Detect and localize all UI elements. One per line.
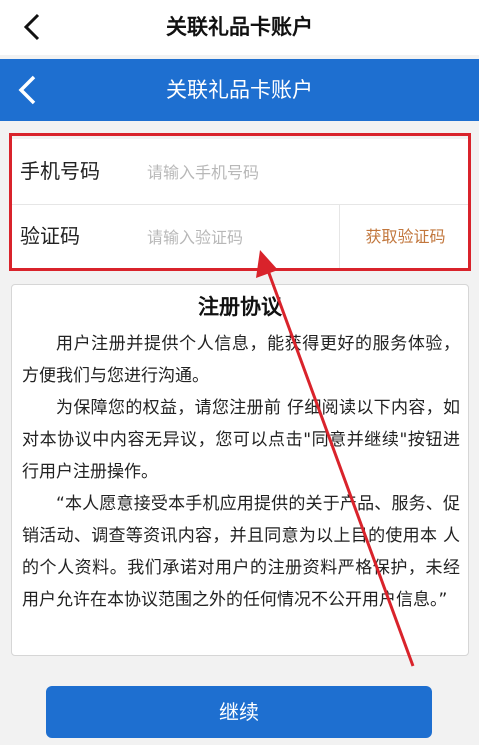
continue-button[interactable]: 继续	[46, 686, 432, 738]
code-label: 验证码	[20, 224, 80, 248]
page-title: 关联礼品卡账户	[166, 15, 313, 39]
get-code-button[interactable]: 获取验证码	[340, 204, 471, 269]
phone-input[interactable]	[147, 155, 447, 189]
phone-row: 手机号码	[9, 139, 471, 204]
agreement-paragraph: 为保障您的权益，请您注册前 仔细阅读以下内容，如对本协议中内容无异议，您可以点击…	[22, 398, 460, 482]
nav-title: 关联礼品卡账户	[166, 78, 313, 102]
nav-bar: 关联礼品卡账户	[0, 59, 479, 121]
agreement-paragraph: “本人愿意接受本手机应用提供的关于产品、服务、促销活动、调查等资讯内容，并且同意…	[22, 494, 460, 610]
agreement-card: 注册协议 用户注册并提供个人信息，能获得更好的服务体验，方便我们与您进行沟通。 …	[11, 284, 469, 656]
verification-code-input[interactable]	[147, 220, 332, 254]
agreement-title: 注册协议	[198, 295, 282, 319]
account-form: 手机号码 验证码 获取验证码	[9, 139, 471, 269]
top-bar: 关联礼品卡账户	[0, 0, 479, 55]
phone-label: 手机号码	[20, 159, 100, 183]
agreement-paragraph: 用户注册并提供个人信息，能获得更好的服务体验，方便我们与您进行沟通。	[22, 334, 460, 386]
